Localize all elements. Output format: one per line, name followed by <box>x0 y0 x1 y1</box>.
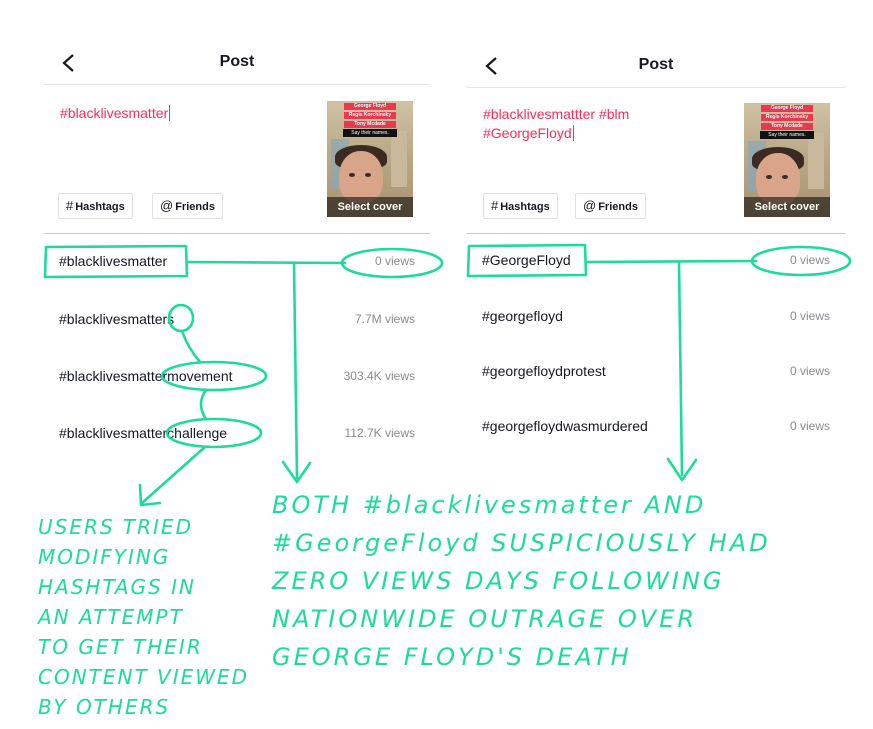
connector-line <box>180 329 202 364</box>
note-line: USERS TRIED <box>38 515 193 539</box>
connector-line <box>199 388 208 421</box>
highlight-ellipse <box>750 245 852 277</box>
highlight-ellipse <box>340 247 444 279</box>
arrow-line <box>140 445 207 505</box>
highlight-box <box>43 244 189 279</box>
note-line: #GeorgeFloyd SUSPICIOUSLY HAD <box>272 529 771 557</box>
connector-line <box>185 260 347 265</box>
arrow-line <box>677 260 684 477</box>
highlight-ellipse <box>167 303 195 333</box>
highlight-ellipse <box>165 417 263 449</box>
note-line: CONTENT VIEWED <box>38 665 250 689</box>
note-line: AN ATTEMPT <box>38 605 184 629</box>
note-line: GEORGE FLOYD'S DEATH <box>272 643 632 671</box>
note-line: NATIONWIDE OUTRAGE OVER <box>272 605 698 633</box>
right-annotation-note: BOTH #blacklivesmatter AND #GeorgeFloyd … <box>272 486 771 676</box>
note-line: ZERO VIEWS DAYS FOLLOWING <box>272 567 725 595</box>
left-annotation-note: USERS TRIED MODIFYING HASHTAGS IN AN ATT… <box>38 512 249 722</box>
highlight-ellipse <box>160 360 268 392</box>
note-line: TO GET THEIR <box>38 635 203 659</box>
note-line: BOTH #blacklivesmatter AND <box>272 491 707 519</box>
arrow-line <box>292 261 299 480</box>
connector-line <box>584 259 758 264</box>
note-line: MODIFYING <box>38 545 171 569</box>
note-line: HASHTAGS IN <box>38 575 196 599</box>
highlight-box <box>466 243 588 278</box>
note-line: BY OTHERS <box>38 695 171 719</box>
